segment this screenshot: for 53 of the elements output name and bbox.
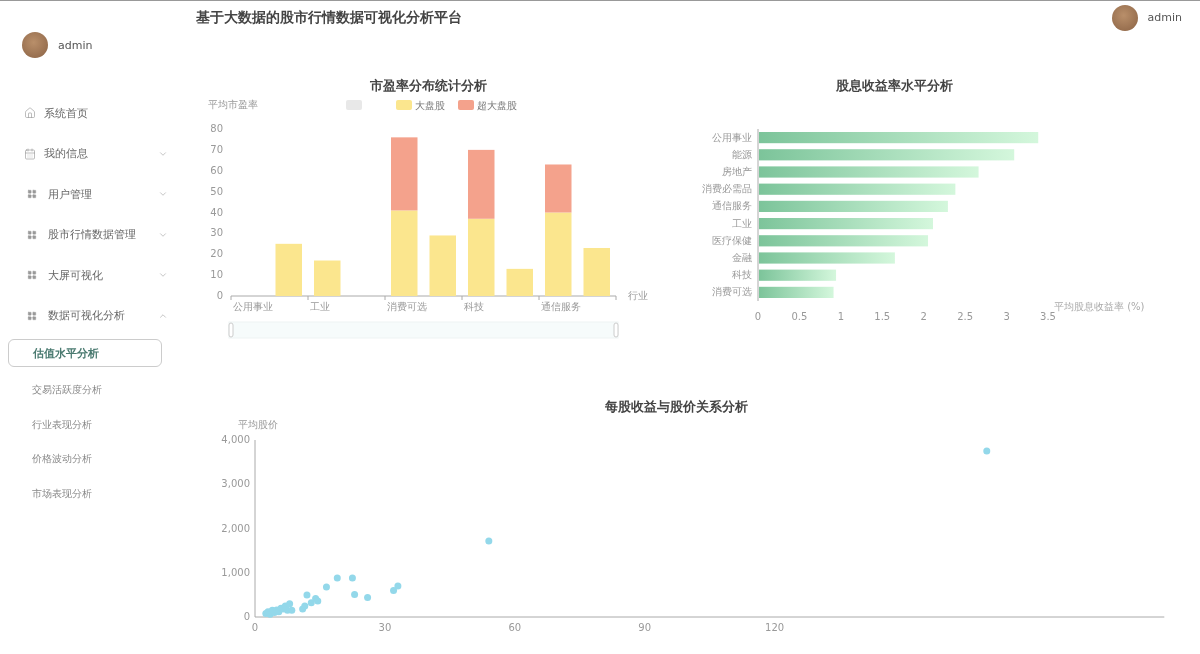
tick-label: 70 (210, 143, 223, 155)
tick-label: 3 (1003, 311, 1010, 322)
category-label: 房地产 (722, 166, 752, 177)
tick-label: 1.5 (874, 311, 891, 322)
legend-label: 大盘股 (415, 100, 445, 111)
tick-label: 60 (508, 622, 522, 633)
user-name: admin (58, 38, 93, 52)
category-label: 通信服务 (541, 301, 581, 312)
tick-label: 50 (210, 185, 223, 197)
category-label: 能源 (732, 148, 752, 160)
page-title: 基于大数据的股市行情数据可视化分析平台 (196, 8, 462, 27)
tick-label: 30 (378, 622, 392, 633)
category-label: 金融 (732, 252, 752, 263)
category-label: 医疗保健 (712, 234, 752, 246)
tick-label: 3,000 (221, 478, 250, 490)
category-label: 消费可选 (712, 286, 752, 298)
category-label: 科技 (732, 269, 752, 281)
tick-label: 0 (251, 622, 259, 633)
chart-title: 市盈率分布统计分析 (369, 78, 487, 93)
category-label: 通信服务 (712, 200, 752, 212)
legend-label: 超大盘股 (477, 100, 517, 111)
tick-label: 0.5 (791, 311, 808, 322)
category-label: 工业 (732, 217, 752, 229)
tick-label: 0 (243, 611, 250, 622)
tick-label: 60 (210, 164, 223, 176)
tick-label: 20 (210, 248, 223, 260)
category-label: 公用事业 (712, 131, 752, 143)
tick-label: 0 (754, 311, 762, 322)
axis-title: 平均股息收益率 (%) (1054, 301, 1145, 312)
axis-title: 平均股价 (238, 419, 278, 430)
category-label: 工业 (310, 301, 330, 312)
tick-label: 0 (216, 290, 223, 301)
tick-label: 3.5 (1040, 311, 1056, 322)
tick-label: 90 (638, 622, 652, 633)
tick-label: 1 (837, 311, 845, 322)
axis-title: 行业 (628, 290, 648, 301)
tick-label: 80 (210, 123, 223, 134)
chart-title: 每股收益与股价关系分析 (604, 399, 748, 414)
tick-label: 2.5 (957, 311, 974, 322)
tick-label: 10 (210, 269, 223, 281)
category-label: 科技 (464, 301, 484, 312)
tick-label: 40 (210, 206, 223, 218)
tick-label: 2,000 (221, 522, 250, 534)
tick-label: 120 (765, 622, 785, 633)
axis-title: 平均市盈率 (208, 99, 258, 110)
chart-title: 股息收益率水平分析 (835, 78, 953, 93)
category-label: 消费可选 (387, 301, 427, 312)
category-label: 公用事业 (233, 301, 273, 312)
category-label: 消费必需品 (702, 183, 752, 195)
tick-label: 4,000 (221, 434, 250, 445)
tick-label: 30 (210, 227, 223, 239)
tick-label: 2 (920, 311, 927, 322)
tick-label: 1,000 (221, 566, 250, 578)
